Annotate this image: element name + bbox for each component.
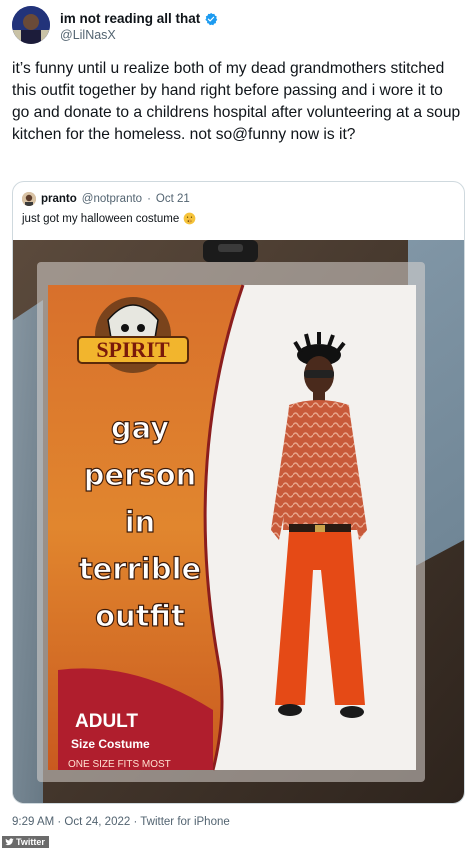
adult-label: ADULT: [75, 711, 138, 732]
author-handle[interactable]: @LilNasX: [60, 28, 116, 42]
quoted-date[interactable]: Oct 21: [156, 193, 190, 205]
quoted-tweet-card[interactable]: pranto @notpranto · Oct 21 just got my h…: [12, 181, 465, 804]
quoted-author-handle[interactable]: @notpranto: [82, 193, 142, 205]
twitter-bird-icon: [5, 838, 14, 846]
quoted-avatar[interactable]: [22, 192, 36, 206]
costume-title-line-3: in: [125, 505, 156, 539]
costume-title-line-2: person: [84, 458, 197, 492]
watermark-text: Twitter: [16, 837, 45, 847]
quoted-author-name[interactable]: pranto: [41, 193, 77, 205]
shushing-face-emoji-icon: [183, 212, 196, 225]
costume-title-line-5: outfit: [95, 599, 185, 633]
profile-avatar[interactable]: [12, 6, 50, 44]
tweet-timestamp[interactable]: 9:29 AM · Oct 24, 2022 · Twitter for iPh…: [12, 816, 230, 828]
tweet-text: it’s funny until u realize both of my de…: [12, 60, 461, 143]
costume-photo[interactable]: SPIRIT gay person in terrible outfit ADU…: [13, 240, 464, 803]
costume-title-line-1: gay: [111, 411, 169, 445]
meta-separator: ·: [147, 193, 151, 205]
quoted-text: just got my halloween costume: [22, 212, 180, 225]
costume-title-line-4: terrible: [79, 552, 201, 586]
size-costume-label: Size Costume: [71, 737, 150, 751]
spirit-logo-text: SPIRIT: [96, 337, 170, 362]
one-size-label: ONE SIZE FITS MOST: [68, 759, 171, 770]
twitter-watermark: Twitter: [2, 836, 49, 848]
verified-badge-icon: [205, 12, 218, 25]
author-name[interactable]: im not reading all that: [60, 11, 200, 26]
